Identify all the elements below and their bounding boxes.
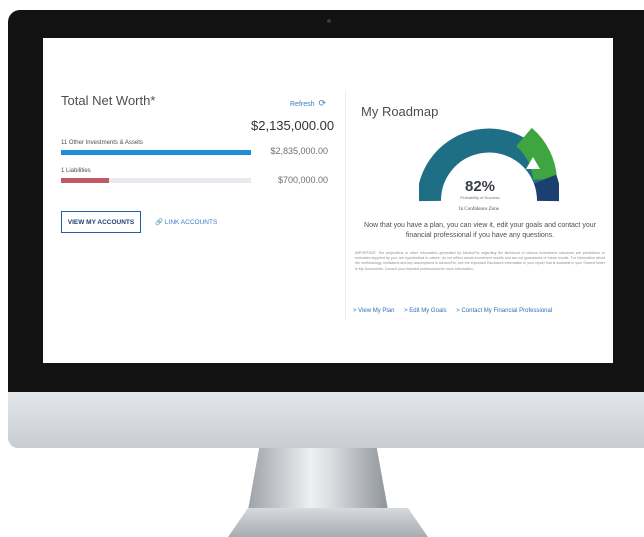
net-worth-title: Total Net Worth* <box>61 93 156 108</box>
link-icon: 🔗 <box>155 219 164 226</box>
panel-divider <box>345 90 346 320</box>
assets-label: 11 Other Investments & Assets <box>61 140 143 146</box>
net-worth-total: $2,135,000.00 <box>251 118 335 133</box>
assets-bar-fill <box>61 150 251 155</box>
link-accounts-link[interactable]: 🔗 LINK ACCOUNTS <box>155 218 217 226</box>
refresh-label: Refresh <box>290 101 315 108</box>
refresh-icon: ⟳ <box>318 98 327 108</box>
monitor-chin <box>8 392 644 448</box>
liabilities-value: $700,000.00 <box>277 175 328 185</box>
edit-my-goals-link[interactable]: > Edit My Goals <box>404 308 447 314</box>
liabilities-label: 1 Liabilities <box>61 168 91 174</box>
monitor-stand-neck <box>248 448 388 510</box>
probability-value: 82% <box>464 178 496 195</box>
liabilities-bar <box>61 178 251 183</box>
view-my-plan-link[interactable]: > View My Plan <box>353 308 394 314</box>
roadmap-links: > View My Plan > Edit My Goals > Contact… <box>353 308 608 314</box>
screen: Total Net Worth* Refresh ⟳ $2,135,000.00 … <box>43 38 613 363</box>
assets-bar <box>61 150 251 155</box>
gauge-green-segment <box>515 127 557 181</box>
gauge-dark-segment <box>533 174 559 202</box>
refresh-button[interactable]: Refresh ⟳ <box>290 98 326 109</box>
roadmap-message: Now that you have a plan, you can view i… <box>364 222 596 239</box>
camera-dot <box>327 19 331 23</box>
probability-label: Probability of Success <box>460 195 500 200</box>
link-accounts-label: LINK ACCOUNTS <box>164 219 218 226</box>
monitor-stand-foot <box>228 508 428 537</box>
net-worth-panel: Total Net Worth* Refresh ⟳ $2,135,000.00 … <box>61 93 335 243</box>
important-disclosure: IMPORTANT: The projections or other info… <box>355 251 605 271</box>
liabilities-bar-fill <box>61 178 109 183</box>
confidence-zone-label: In Confidence Zone <box>459 207 499 212</box>
contact-financial-professional-link[interactable]: > Contact My Financial Professional <box>456 308 552 314</box>
view-my-accounts-button[interactable]: VIEW MY ACCOUNTS <box>61 211 141 233</box>
assets-value: $2,835,000.00 <box>270 146 328 156</box>
